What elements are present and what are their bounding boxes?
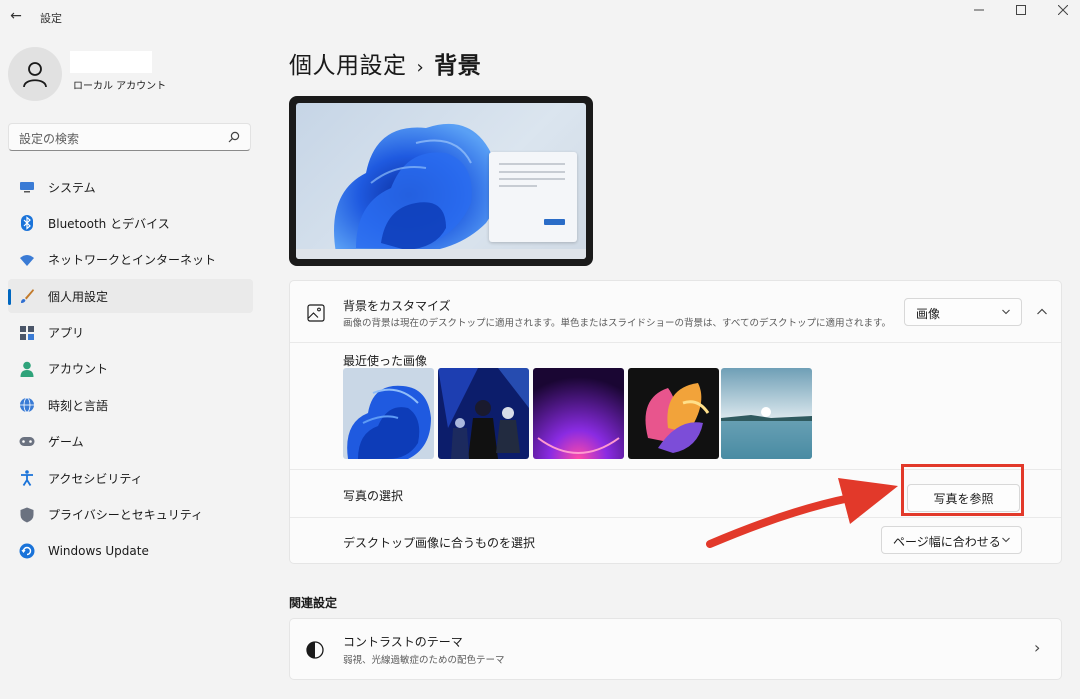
person-icon [19, 361, 35, 377]
sidebar-item-label: アプリ [48, 326, 85, 341]
avatar[interactable] [8, 47, 62, 101]
annotation-arrow-icon [706, 478, 898, 548]
sidebar-item-label: アクセシビリティ [48, 471, 143, 486]
preview-sample-window [489, 152, 577, 242]
close-button[interactable] [1048, 2, 1078, 18]
choose-photo-label: 写真の選択 [343, 489, 404, 503]
wifi-icon [19, 252, 35, 268]
preview-taskbar [296, 249, 586, 259]
sidebar-item-label: ゲーム [48, 435, 84, 450]
recent-image-bloom-blue[interactable] [343, 368, 434, 459]
sidebar-item-label: 時刻と言語 [48, 398, 109, 413]
image-icon [307, 304, 325, 322]
fit-dropdown[interactable]: ページ幅に合わせる [881, 526, 1022, 554]
collapse-button[interactable] [1031, 301, 1053, 323]
recent-images-label: 最近使った画像 [343, 354, 428, 368]
bluetooth-icon [19, 215, 35, 232]
recent-image-purple-glow[interactable] [533, 368, 624, 459]
sidebar-item-privacy[interactable]: プライバシーとセキュリティ [8, 498, 253, 532]
related-settings-heading: 関連設定 [289, 596, 338, 610]
sidebar-item-accessibility[interactable]: アクセシビリティ [8, 461, 253, 495]
search-placeholder: 設定の検索 [19, 132, 80, 146]
contrast-themes-card[interactable]: コントラストのテーマ 弱視、光線過敏症のための配色テーマ › [289, 618, 1062, 680]
sidebar-item-gaming[interactable]: ゲーム [8, 425, 253, 459]
fit-value: ページ幅に合わせる [893, 535, 1001, 549]
sidebar-item-personalization[interactable]: 個人用設定 [8, 279, 253, 314]
monitor-icon [19, 179, 35, 195]
update-icon [19, 543, 35, 559]
sidebar-item-bluetooth[interactable]: Bluetooth とデバイス [8, 206, 253, 240]
breadcrumb-parent[interactable]: 個人用設定 [289, 53, 407, 79]
sidebar-item-system[interactable]: システム [8, 170, 253, 204]
minimize-icon [974, 9, 984, 11]
back-button[interactable]: ← [4, 4, 28, 28]
sidebar-item-label: ネットワークとインターネット [48, 253, 217, 268]
divider [290, 342, 1061, 343]
search-icon [228, 131, 240, 143]
contrast-themes-subtitle: 弱視、光線過敏症のための配色テーマ [343, 655, 505, 666]
recent-image-lake-sunrise[interactable] [721, 368, 812, 459]
brush-icon [19, 288, 35, 304]
sidebar-item-label: Bluetooth とデバイス [48, 216, 170, 231]
sidebar-item-label: Windows Update [48, 543, 149, 558]
divider [290, 517, 1061, 518]
sidebar-item-time-language[interactable]: 時刻と言語 [8, 388, 253, 422]
sidebar-item-apps[interactable]: アプリ [8, 316, 253, 350]
thumbnail-lake-sunrise [721, 368, 812, 459]
search-input[interactable]: 設定の検索 [8, 123, 251, 151]
sidebar-item-label: 個人用設定 [48, 289, 109, 304]
breadcrumb: 個人用設定 › 背景 [289, 46, 481, 80]
account-name-redacted [70, 51, 152, 73]
thumbnail-abstract-ribbons [628, 368, 719, 459]
contrast-themes-title: コントラストのテーマ [343, 635, 463, 649]
background-type-value: 画像 [916, 307, 941, 321]
sample-window-content [499, 163, 565, 225]
chevron-down-icon [1002, 309, 1010, 315]
maximize-icon [1016, 5, 1026, 15]
background-settings-card: 背景をカスタマイズ 画像の背景は現在のデスクトップに適用されます。単色またはスラ… [289, 280, 1062, 564]
gamepad-icon [19, 434, 35, 450]
maximize-button[interactable] [1006, 2, 1036, 18]
recent-image-anime-characters[interactable] [438, 368, 529, 459]
app-title: 設定 [40, 12, 62, 25]
account-type-label: ローカル アカウント [73, 81, 167, 92]
sidebar-item-label: アカウント [48, 362, 109, 377]
background-type-dropdown[interactable]: 画像 [904, 298, 1022, 326]
sidebar-item-network[interactable]: ネットワークとインターネット [8, 243, 253, 277]
preview-wallpaper [296, 103, 586, 259]
background-title: 背景をカスタマイズ [343, 299, 451, 313]
back-arrow-icon: ← [10, 8, 22, 24]
minimize-button[interactable] [964, 2, 994, 18]
globe-clock-icon [19, 397, 35, 413]
close-icon [1058, 5, 1068, 15]
thumbnail-bloom-blue [343, 368, 434, 459]
recent-image-abstract-ribbons[interactable] [628, 368, 719, 459]
desktop-preview [289, 96, 593, 266]
sidebar-item-accounts[interactable]: アカウント [8, 352, 253, 386]
apps-icon [19, 325, 35, 341]
sidebar-item-windows-update[interactable]: Windows Update [8, 534, 253, 568]
shield-icon [19, 507, 35, 523]
title-bar: ← 設定 [0, 0, 1080, 34]
page-title: 背景 [434, 53, 482, 79]
user-icon [23, 62, 47, 88]
contrast-icon [306, 641, 324, 659]
chevron-down-icon [1002, 537, 1010, 543]
annotation-highlight-box [901, 464, 1024, 516]
accessibility-icon [19, 470, 35, 487]
sidebar-nav: システム Bluetooth とデバイス ネットワークとインターネット 個人用設… [8, 170, 253, 570]
sidebar-item-label: システム [48, 180, 96, 195]
chevron-right-icon: › [1034, 638, 1041, 657]
breadcrumb-separator-icon: › [416, 57, 425, 78]
background-description: 画像の背景は現在のデスクトップに適用されます。単色またはスライドショーの背景は、… [343, 318, 892, 329]
sidebar-item-label: プライバシーとセキュリティ [48, 508, 204, 523]
fit-label: デスクトップ画像に合うものを選択 [343, 536, 536, 550]
chevron-up-icon [1037, 308, 1047, 315]
thumbnail-anime-characters [438, 368, 529, 459]
thumbnail-purple-glow [533, 368, 624, 459]
